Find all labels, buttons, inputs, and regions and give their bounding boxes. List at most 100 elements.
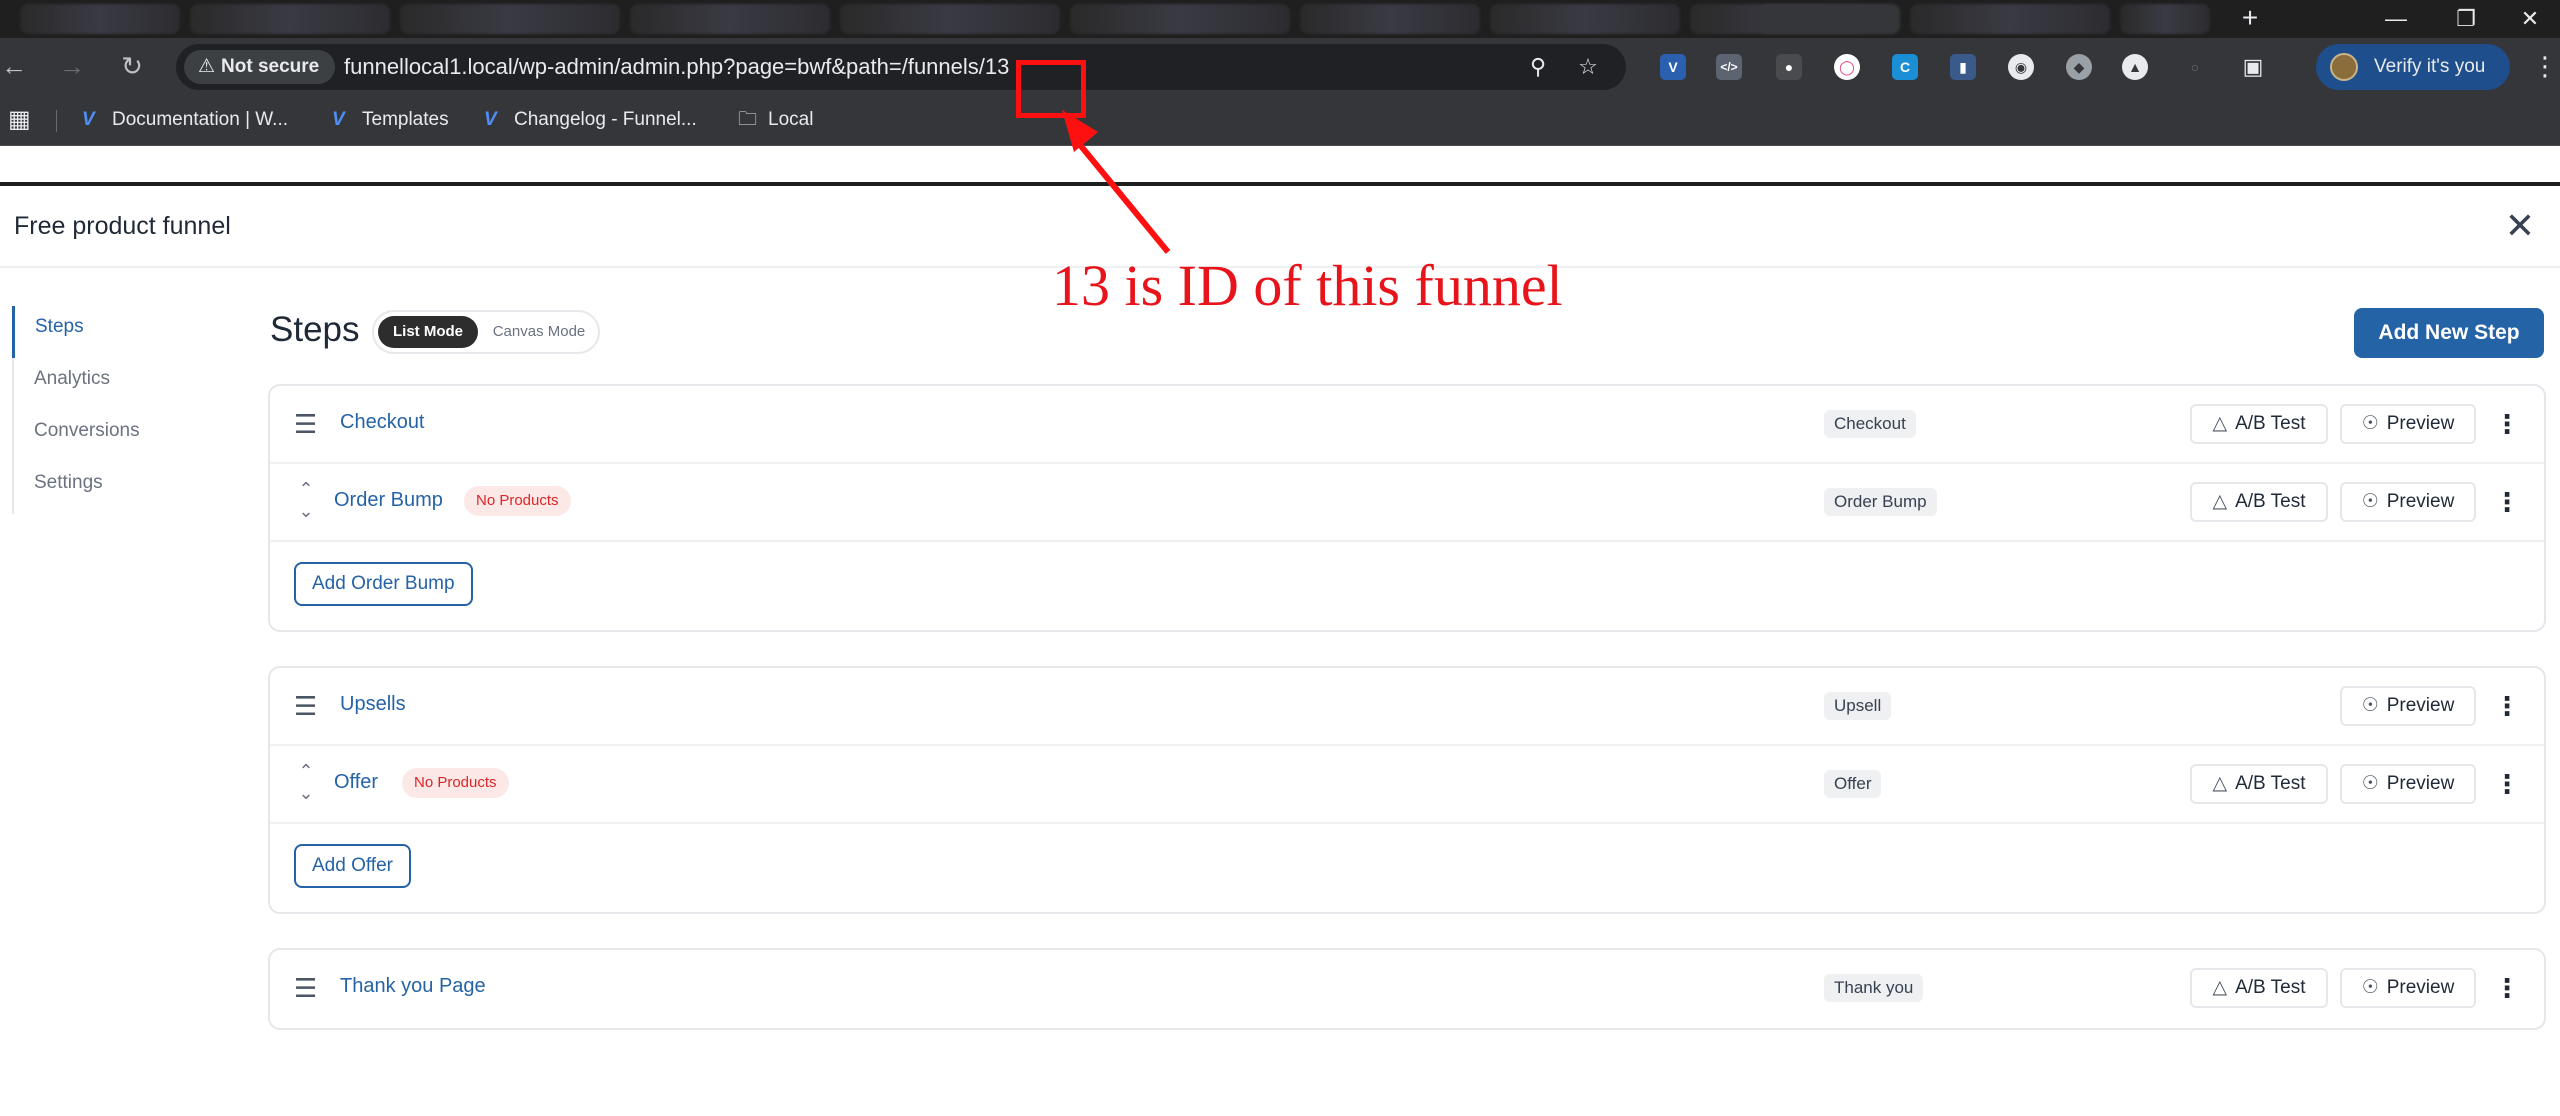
more-options-icon[interactable]: ⋮ bbox=[2494, 686, 2520, 726]
bookmark-item[interactable]: V Templates bbox=[332, 106, 449, 134]
restore-icon[interactable]: ❐ bbox=[2436, 0, 2496, 38]
step-group-upsells: ☰ Upsells Upsell ☉ Preview ⋮ ⌃ ⌄ Offer No … bbox=[268, 666, 2546, 914]
reorder-icon[interactable]: ⌃ ⌄ bbox=[294, 760, 318, 808]
url-text[interactable]: funnellocal1.local/wp-admin/admin.php?pa… bbox=[344, 44, 1009, 90]
step-type-badge: Order Bump bbox=[1824, 488, 1937, 516]
more-options-icon[interactable]: ⋮ bbox=[2494, 482, 2520, 522]
step-name-link[interactable]: Order Bump bbox=[334, 489, 443, 512]
add-offer-button[interactable]: Add Offer bbox=[294, 844, 411, 888]
add-order-bump-button[interactable]: Add Order Bump bbox=[294, 562, 473, 606]
step-type-badge: Upsell bbox=[1824, 692, 1892, 720]
extension-icon[interactable]: V bbox=[1660, 54, 1686, 80]
sidebar-item-steps[interactable]: Steps bbox=[12, 306, 212, 358]
extension-icon[interactable]: </> bbox=[1716, 54, 1742, 80]
list-icon: ☰ bbox=[294, 691, 318, 721]
verify-profile-button[interactable]: Verify it's you bbox=[2316, 44, 2510, 90]
verify-label: Verify it's you bbox=[2374, 56, 2486, 77]
ab-test-button[interactable]: △ A/B Test bbox=[2190, 764, 2328, 804]
browser-tab[interactable] bbox=[1910, 4, 2110, 34]
bookmark-item[interactable]: 🗀 Local bbox=[738, 106, 813, 134]
ab-test-button[interactable]: △ A/B Test bbox=[2190, 968, 2328, 1008]
reload-icon[interactable]: ↻ bbox=[112, 46, 152, 86]
add-row: Add Order Bump bbox=[270, 542, 2544, 630]
browser-tab[interactable] bbox=[1300, 4, 1480, 34]
sidebar-item-conversions[interactable]: Conversions bbox=[14, 410, 212, 462]
add-row: Add Offer bbox=[270, 824, 2544, 912]
browser-tab[interactable] bbox=[840, 4, 1060, 34]
extension-icon[interactable]: ▲ bbox=[2122, 54, 2148, 80]
extension-icon[interactable]: ○ bbox=[2182, 54, 2208, 80]
eye-icon: ☉ bbox=[2361, 695, 2379, 716]
browser-tab-active[interactable] bbox=[1760, 4, 1900, 34]
bookmark-label: Documentation | W... bbox=[112, 109, 289, 130]
back-icon[interactable]: ← bbox=[0, 46, 34, 86]
ab-test-button[interactable]: △ A/B Test bbox=[2190, 404, 2328, 444]
step-name-link[interactable]: Thank you Page bbox=[340, 975, 486, 998]
step-name-link[interactable]: Checkout bbox=[340, 411, 425, 434]
sidebar-item-settings[interactable]: Settings bbox=[14, 462, 212, 514]
list-mode-button[interactable]: List Mode bbox=[378, 316, 478, 348]
browser-tab[interactable] bbox=[630, 4, 830, 34]
eye-icon: ☉ bbox=[2361, 491, 2379, 512]
ab-test-icon: △ bbox=[2212, 977, 2228, 998]
bookmark-label: Changelog - Funnel... bbox=[514, 109, 697, 130]
browser-tab[interactable] bbox=[20, 4, 180, 34]
more-options-icon[interactable]: ⋮ bbox=[2494, 404, 2520, 444]
more-options-icon[interactable]: ⋮ bbox=[2494, 764, 2520, 804]
ab-test-icon: △ bbox=[2212, 491, 2228, 512]
reorder-icon[interactable]: ⌃ ⌄ bbox=[294, 478, 318, 526]
close-icon[interactable]: ✕ bbox=[2500, 206, 2540, 246]
view-mode-toggle: List Mode Canvas Mode bbox=[372, 310, 600, 354]
ab-test-label: A/B Test bbox=[2235, 977, 2306, 998]
preview-button[interactable]: ☉ Preview bbox=[2340, 968, 2476, 1008]
browser-tab[interactable] bbox=[1490, 4, 1680, 34]
preview-button[interactable]: ☉ Preview bbox=[2340, 404, 2476, 444]
list-icon: ☰ bbox=[294, 409, 318, 439]
extension-icon[interactable]: C bbox=[1892, 54, 1918, 80]
browser-menu-icon[interactable]: ⋮ bbox=[2530, 46, 2560, 86]
step-name-link[interactable]: Offer bbox=[334, 771, 378, 794]
extension-icon[interactable]: ▮ bbox=[1950, 54, 1976, 80]
forward-icon[interactable]: → bbox=[52, 46, 92, 86]
step-type-badge: Offer bbox=[1824, 770, 1882, 798]
browser-tab[interactable] bbox=[1070, 4, 1290, 34]
sidebar-item-analytics[interactable]: Analytics bbox=[14, 358, 212, 410]
preview-label: Preview bbox=[2386, 977, 2455, 998]
zoom-icon[interactable]: ⚲ bbox=[1522, 51, 1554, 83]
preview-button[interactable]: ☉ Preview bbox=[2340, 764, 2476, 804]
preview-label: Preview bbox=[2386, 413, 2455, 434]
browser-toolbar: ← → ↻ ⚠ Not secure funnellocal1.local/wp-… bbox=[0, 38, 2560, 94]
extension-icon[interactable]: ● bbox=[1776, 54, 1802, 80]
step-group-thank-you: ☰ Thank you Page Thank you △ A/B Test ☉ Pr… bbox=[268, 948, 2546, 1030]
annotation-highlight-box bbox=[1016, 60, 1086, 118]
extension-icon[interactable]: ◯ bbox=[1834, 54, 1860, 80]
step-row: ☰ Checkout Checkout △ A/B Test ☉ Preview ⋮ bbox=[270, 386, 2544, 464]
ab-test-button[interactable]: △ A/B Test bbox=[2190, 482, 2328, 522]
bookmark-star-icon[interactable]: ☆ bbox=[1572, 51, 1604, 83]
preview-label: Preview bbox=[2386, 695, 2455, 716]
annotation-text: 13 is ID of this funnel bbox=[1052, 253, 1563, 318]
apps-grid-icon[interactable]: ▦ bbox=[8, 106, 36, 134]
browser-tab[interactable] bbox=[190, 4, 390, 34]
step-name-link[interactable]: Upsells bbox=[340, 693, 406, 716]
extensions-puzzle-icon[interactable]: ▣ bbox=[2240, 54, 2266, 80]
new-tab-button[interactable]: + bbox=[2235, 3, 2265, 33]
site-info-button[interactable]: ⚠ Not secure bbox=[184, 50, 336, 84]
preview-button[interactable]: ☉ Preview bbox=[2340, 686, 2476, 726]
bookmark-item[interactable]: V Documentation | W... bbox=[82, 106, 288, 134]
ab-test-icon: △ bbox=[2212, 773, 2228, 794]
extension-icon[interactable]: ◆ bbox=[2066, 54, 2092, 80]
minimize-icon[interactable]: — bbox=[2366, 0, 2426, 38]
preview-label: Preview bbox=[2386, 491, 2455, 512]
preview-button[interactable]: ☉ Preview bbox=[2340, 482, 2476, 522]
canvas-mode-button[interactable]: Canvas Mode bbox=[482, 316, 596, 348]
browser-tab[interactable] bbox=[400, 4, 620, 34]
more-options-icon[interactable]: ⋮ bbox=[2494, 968, 2520, 1008]
window-close-icon[interactable]: ✕ bbox=[2500, 0, 2560, 38]
step-type-badge: Checkout bbox=[1824, 410, 1916, 438]
add-new-step-button[interactable]: Add New Step bbox=[2354, 308, 2544, 358]
bookmark-item[interactable]: V Changelog - Funnel... bbox=[484, 106, 697, 134]
address-bar[interactable]: ⚠ Not secure funnellocal1.local/wp-admin/… bbox=[176, 44, 1626, 90]
browser-tab[interactable] bbox=[2120, 4, 2210, 34]
extension-icon[interactable]: ◉ bbox=[2008, 54, 2034, 80]
